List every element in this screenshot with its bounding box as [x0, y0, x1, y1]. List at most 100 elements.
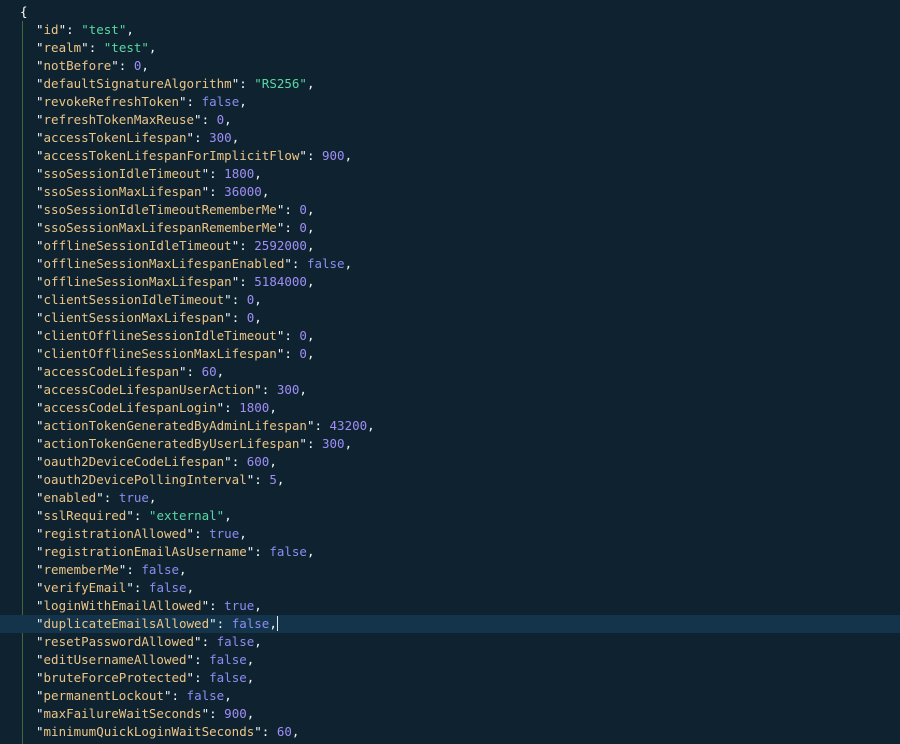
json-key: accessTokenLifespanForImplicitFlow [43, 148, 300, 163]
colon-punctuation: : [194, 130, 210, 145]
colon-punctuation: : [284, 346, 300, 361]
colon-punctuation: : [239, 238, 255, 253]
code-line[interactable]: "clientSessionMaxLifespan": 0, [0, 309, 900, 327]
comma-punctuation: , [306, 274, 315, 289]
code-line[interactable]: "registrationEmailAsUsername": false, [0, 543, 900, 561]
code-line[interactable]: "ssoSessionMaxLifespan": 36000, [0, 183, 900, 201]
code-line-open-brace[interactable]: { [0, 3, 900, 21]
comma-punctuation: , [367, 418, 375, 433]
comma-punctuation: , [231, 130, 240, 145]
json-key: bruteForceProtected [43, 670, 187, 685]
code-line[interactable]: "oauth2DeviceCodeLifespan": 600, [0, 453, 900, 471]
json-value: true [224, 598, 255, 613]
json-key: id [43, 22, 59, 37]
quote-punctuation: " [36, 562, 44, 577]
code-line-content: "refreshTokenMaxReuse": 0, [36, 111, 232, 129]
quote-punctuation: " [36, 454, 44, 469]
code-line[interactable]: "sslRequired": "external", [0, 507, 900, 525]
json-key: offlineSessionMaxLifespan [43, 274, 232, 289]
json-value: 0 [299, 202, 307, 217]
colon-punctuation: : [194, 652, 210, 667]
quote-punctuation: " [36, 202, 44, 217]
code-editor[interactable]: { "id": "test", "realm": "test", "notBefor… [0, 0, 900, 744]
quote-punctuation: " [209, 616, 217, 631]
code-line[interactable]: "id": "test", [0, 21, 900, 39]
code-line[interactable]: "permanentLockout": false, [0, 687, 900, 705]
code-line-content: "realm": "test", [36, 39, 156, 57]
code-line[interactable]: "actionTokenGeneratedByUserLifespan": 30… [0, 435, 900, 453]
comma-punctuation: , [148, 40, 157, 55]
comma-punctuation: , [148, 490, 157, 505]
json-key: editUsernameAllowed [43, 652, 187, 667]
json-value: false [186, 688, 225, 703]
code-line[interactable]: "rememberMe": false, [0, 561, 900, 579]
json-key: offlineSessionMaxLifespanEnabled [43, 256, 285, 271]
json-key: actionTokenGeneratedByUserLifespan [43, 436, 300, 451]
quote-punctuation: " [36, 112, 44, 127]
code-line-content: "minimumQuickLoginWaitSeconds": 60, [36, 723, 299, 741]
code-line[interactable]: "loginWithEmailAllowed": true, [0, 597, 900, 615]
code-line[interactable]: "ssoSessionIdleTimeout": 1800, [0, 165, 900, 183]
code-line[interactable]: "ssoSessionMaxLifespanRememberMe": 0, [0, 219, 900, 237]
json-value: false [209, 652, 247, 667]
quote-punctuation: " [36, 670, 44, 685]
quote-punctuation: " [36, 94, 44, 109]
code-line[interactable]: "editUsernameAllowed": false, [0, 651, 900, 669]
code-line[interactable]: "duplicateEmailsAllowed": false, [0, 615, 900, 633]
code-line[interactable]: "maxFailureWaitSeconds": 900, [0, 705, 900, 723]
json-key: clientSessionMaxLifespan [43, 310, 225, 325]
code-line[interactable]: "ssoSessionIdleTimeoutRememberMe": 0, [0, 201, 900, 219]
colon-punctuation: : [133, 580, 149, 595]
code-line-content: "bruteForceProtected": false, [36, 669, 254, 687]
code-line-content: "rememberMe": false, [36, 561, 187, 579]
code-line[interactable]: "notBefore": 0, [0, 57, 900, 75]
code-line[interactable]: "minimumQuickLoginWaitSeconds": 60, [0, 723, 900, 741]
json-key: defaultSignatureAlgorithm [43, 76, 232, 91]
colon-punctuation: : [291, 256, 307, 271]
colon-punctuation: : [306, 148, 322, 163]
code-line[interactable]: "realm": "test", [0, 39, 900, 57]
quote-punctuation: " [36, 616, 44, 631]
code-line[interactable]: "clientOfflineSessionMaxLifespan": 0, [0, 345, 900, 363]
code-line[interactable]: "accessCodeLifespan": 60, [0, 363, 900, 381]
colon-punctuation: : [284, 328, 300, 343]
quote-punctuation: " [36, 166, 44, 181]
code-line[interactable]: "offlineSessionMaxLifespan": 5184000, [0, 273, 900, 291]
colon-punctuation: : [231, 310, 247, 325]
json-key: registrationEmailAsUsername [43, 544, 247, 559]
code-line[interactable]: "clientOfflineSessionIdleTimeout": 0, [0, 327, 900, 345]
quote-punctuation: " [186, 130, 195, 145]
quote-punctuation: " [201, 598, 210, 613]
colon-punctuation: : [239, 274, 255, 289]
code-line[interactable]: "defaultSignatureAlgorithm": "RS256", [0, 75, 900, 93]
colon-punctuation: : [209, 706, 225, 721]
code-line[interactable]: "clientSessionIdleTimeout": 0, [0, 291, 900, 309]
colon-punctuation: : [66, 22, 82, 37]
code-line[interactable]: "registrationAllowed": true, [0, 525, 900, 543]
code-line[interactable]: "oauth2DevicePollingInterval": 5, [0, 471, 900, 489]
code-line[interactable]: "actionTokenGeneratedByAdminLifespan": 4… [0, 417, 900, 435]
code-line[interactable]: "accessCodeLifespanLogin": 1800, [0, 399, 900, 417]
code-line[interactable]: "refreshTokenMaxReuse": 0, [0, 111, 900, 129]
comma-punctuation: , [254, 310, 262, 325]
quote-punctuation: " [36, 58, 44, 73]
code-line[interactable]: "enabled": true, [0, 489, 900, 507]
code-line-content: "accessCodeLifespanUserAction": 300, [36, 381, 307, 399]
colon-punctuation: : [201, 112, 217, 127]
code-line[interactable]: "accessTokenLifespanForImplicitFlow": 90… [0, 147, 900, 165]
code-line[interactable]: "offlineSessionIdleTimeout": 2592000, [0, 237, 900, 255]
comma-punctuation: , [254, 598, 262, 613]
code-line[interactable]: "accessCodeLifespanUserAction": 300, [0, 381, 900, 399]
json-value: 300 [322, 436, 345, 451]
colon-punctuation: : [254, 472, 270, 487]
code-line[interactable]: "offlineSessionMaxLifespanEnabled": fals… [0, 255, 900, 273]
code-line[interactable]: "verifyEmail": false, [0, 579, 900, 597]
code-line[interactable]: "revokeRefreshToken": false, [0, 93, 900, 111]
code-line[interactable]: "bruteForceProtected": false, [0, 669, 900, 687]
code-line[interactable]: "resetPasswordAllowed": false, [0, 633, 900, 651]
code-line-content: "clientSessionMaxLifespan": 0, [36, 309, 262, 327]
quote-punctuation: " [96, 490, 104, 505]
code-line-content: "offlineSessionMaxLifespan": 5184000, [36, 273, 315, 291]
code-line[interactable]: "accessTokenLifespan": 300, [0, 129, 900, 147]
code-line-content: "loginWithEmailAllowed": true, [36, 597, 262, 615]
